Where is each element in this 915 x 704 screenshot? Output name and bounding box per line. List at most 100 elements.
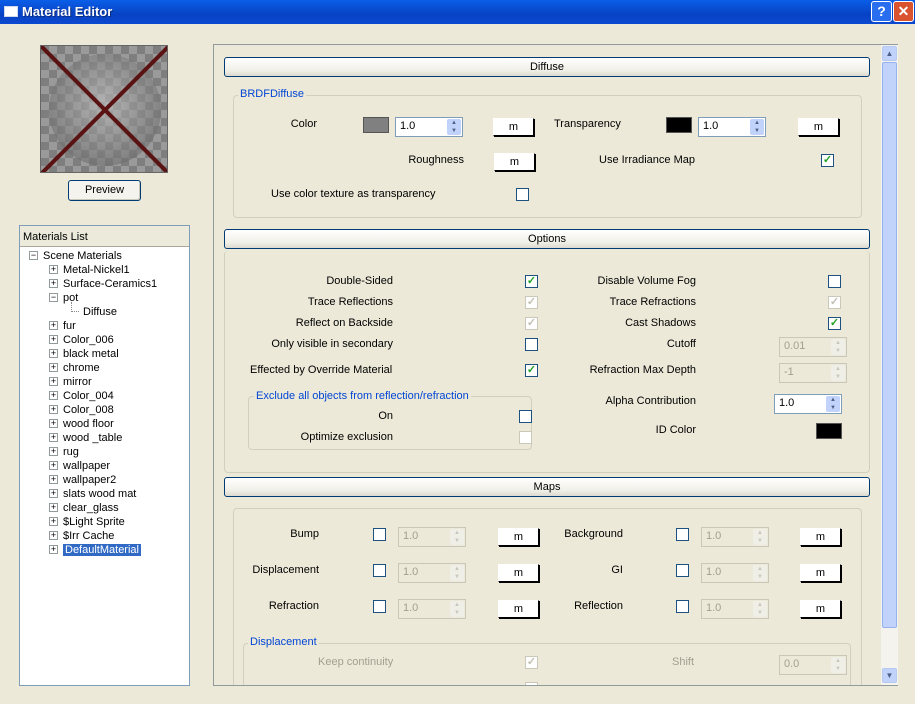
- material-item[interactable]: + $Light Sprite: [49, 515, 125, 529]
- background-spinbox[interactable]: 1.0 ▲ ▼: [701, 527, 769, 547]
- vertical-scrollbar[interactable]: ▲ ▼: [881, 45, 898, 685]
- trace-refractions-checkbox[interactable]: ✓: [828, 296, 841, 309]
- roughness-map-button[interactable]: m: [494, 153, 535, 171]
- material-item[interactable]: + rug: [49, 445, 79, 459]
- preview-button[interactable]: Preview: [68, 180, 141, 201]
- color-swatch[interactable]: [363, 117, 389, 133]
- background-checkbox[interactable]: [676, 528, 689, 541]
- expand-icon[interactable]: +: [49, 419, 58, 428]
- scroll-down-icon[interactable]: ▼: [882, 668, 897, 683]
- keep-continuity-checkbox[interactable]: ✓: [525, 656, 538, 669]
- material-item[interactable]: + slats wood mat: [49, 487, 136, 501]
- background-map-button[interactable]: m: [800, 528, 841, 546]
- disable-volume-fog-checkbox[interactable]: [828, 275, 841, 288]
- material-item[interactable]: + wallpaper2: [49, 473, 116, 487]
- material-item[interactable]: + wood floor: [49, 417, 114, 431]
- refraction-spinbox[interactable]: 1.0 ▲ ▼: [398, 599, 466, 619]
- material-item[interactable]: + Surface-Ceramics1: [49, 277, 157, 291]
- material-item[interactable]: + clear_glass: [49, 501, 119, 515]
- displacement-checkbox[interactable]: [373, 564, 386, 577]
- expand-icon[interactable]: +: [49, 349, 58, 358]
- color-multiplier-spinbox[interactable]: 1.0 ▲ ▼: [395, 117, 463, 137]
- expand-icon[interactable]: +: [49, 405, 58, 414]
- expand-icon[interactable]: +: [49, 531, 58, 540]
- spin-arrows-icon[interactable]: ▲ ▼: [450, 565, 464, 581]
- expand-icon[interactable]: +: [49, 545, 58, 554]
- spin-arrows-icon[interactable]: ▲ ▼: [753, 565, 767, 581]
- material-item[interactable]: + Color_008: [49, 403, 114, 417]
- optimize-exclusion-checkbox[interactable]: [519, 431, 532, 444]
- expand-icon[interactable]: +: [49, 377, 58, 386]
- expand-icon[interactable]: +: [49, 447, 58, 456]
- gi-checkbox[interactable]: [676, 564, 689, 577]
- close-button[interactable]: ✕: [893, 1, 914, 22]
- expand-icon[interactable]: +: [49, 503, 58, 512]
- expand-icon[interactable]: +: [49, 517, 58, 526]
- refraction-max-depth-spinbox[interactable]: -1 ▲ ▼: [779, 363, 847, 383]
- material-item[interactable]: + chrome: [49, 361, 100, 375]
- transparency-swatch[interactable]: [666, 117, 692, 133]
- expand-icon[interactable]: +: [49, 363, 58, 372]
- reflection-spinbox[interactable]: 1.0 ▲ ▼: [701, 599, 769, 619]
- gi-spinbox[interactable]: 1.0 ▲ ▼: [701, 563, 769, 583]
- reflection-checkbox[interactable]: [676, 600, 689, 613]
- refraction-checkbox[interactable]: [373, 600, 386, 613]
- spin-arrows-icon[interactable]: ▲ ▼: [750, 119, 764, 135]
- transparency-map-button[interactable]: m: [798, 118, 839, 136]
- tree-root[interactable]: − Scene Materials: [29, 249, 122, 263]
- collapse-icon[interactable]: −: [29, 251, 38, 260]
- maps-section-header[interactable]: Maps: [224, 477, 870, 497]
- spin-arrows-icon[interactable]: ▲ ▼: [831, 365, 845, 381]
- exclude-on-checkbox[interactable]: [519, 410, 532, 423]
- material-item[interactable]: + DefaultMaterial: [49, 543, 141, 557]
- spin-arrows-icon[interactable]: ▲ ▼: [753, 529, 767, 545]
- material-item[interactable]: + Metal-Nickel1: [49, 263, 130, 277]
- id-color-swatch[interactable]: [816, 423, 842, 439]
- spin-arrows-icon[interactable]: ▲ ▼: [753, 601, 767, 617]
- only-visible-secondary-checkbox[interactable]: [525, 338, 538, 351]
- expand-icon[interactable]: +: [49, 335, 58, 344]
- spin-arrows-icon[interactable]: ▲ ▼: [826, 396, 840, 412]
- scrollbar-thumb[interactable]: [882, 62, 897, 628]
- expand-icon[interactable]: +: [49, 475, 58, 484]
- expand-icon[interactable]: +: [49, 461, 58, 470]
- options-section-header[interactable]: Options: [224, 229, 870, 249]
- displacement-spinbox[interactable]: 1.0 ▲ ▼: [398, 563, 466, 583]
- material-item[interactable]: + black metal: [49, 347, 119, 361]
- use-irradiance-map-checkbox[interactable]: ✓: [821, 154, 834, 167]
- reflection-map-button[interactable]: m: [800, 600, 841, 618]
- material-item[interactable]: Diffuse: [83, 305, 117, 319]
- reflect-on-backside-checkbox[interactable]: ✓: [525, 317, 538, 330]
- expand-icon[interactable]: +: [49, 391, 58, 400]
- cast-shadows-checkbox[interactable]: ✓: [828, 317, 841, 330]
- help-button[interactable]: ?: [871, 1, 892, 22]
- bump-checkbox[interactable]: [373, 528, 386, 541]
- refraction-map-button[interactable]: m: [498, 600, 539, 618]
- alpha-contribution-spinbox[interactable]: 1.0 ▲ ▼: [774, 394, 842, 414]
- shift-spinbox[interactable]: 0.0 ▲ ▼: [779, 655, 847, 675]
- effected-by-override-checkbox[interactable]: ✓: [525, 364, 538, 377]
- expand-icon[interactable]: +: [49, 489, 58, 498]
- diffuse-section-header[interactable]: Diffuse: [224, 57, 870, 77]
- spin-arrows-icon[interactable]: ▲ ▼: [447, 119, 461, 135]
- partial-checkbox[interactable]: [525, 682, 538, 685]
- expand-icon[interactable]: +: [49, 279, 58, 288]
- spin-arrows-icon[interactable]: ▲ ▼: [831, 657, 845, 673]
- bump-spinbox[interactable]: 1.0 ▲ ▼: [398, 527, 466, 547]
- double-sided-checkbox[interactable]: ✓: [525, 275, 538, 288]
- collapse-icon[interactable]: −: [49, 293, 58, 302]
- expand-icon[interactable]: +: [49, 433, 58, 442]
- scroll-up-icon[interactable]: ▲: [882, 46, 897, 61]
- expand-icon[interactable]: +: [49, 265, 58, 274]
- use-color-texture-transparency-checkbox[interactable]: [516, 188, 529, 201]
- spin-arrows-icon[interactable]: ▲ ▼: [831, 339, 845, 355]
- material-item[interactable]: + $Irr Cache: [49, 529, 114, 543]
- spin-arrows-icon[interactable]: ▲ ▼: [450, 601, 464, 617]
- material-item[interactable]: + Color_006: [49, 333, 114, 347]
- cutoff-spinbox[interactable]: 0.01 ▲ ▼: [779, 337, 847, 357]
- material-item[interactable]: + mirror: [49, 375, 92, 389]
- material-item[interactable]: + wallpaper: [49, 459, 110, 473]
- displacement-map-button[interactable]: m: [498, 564, 539, 582]
- material-item[interactable]: + fur: [49, 319, 76, 333]
- trace-reflections-checkbox[interactable]: ✓: [525, 296, 538, 309]
